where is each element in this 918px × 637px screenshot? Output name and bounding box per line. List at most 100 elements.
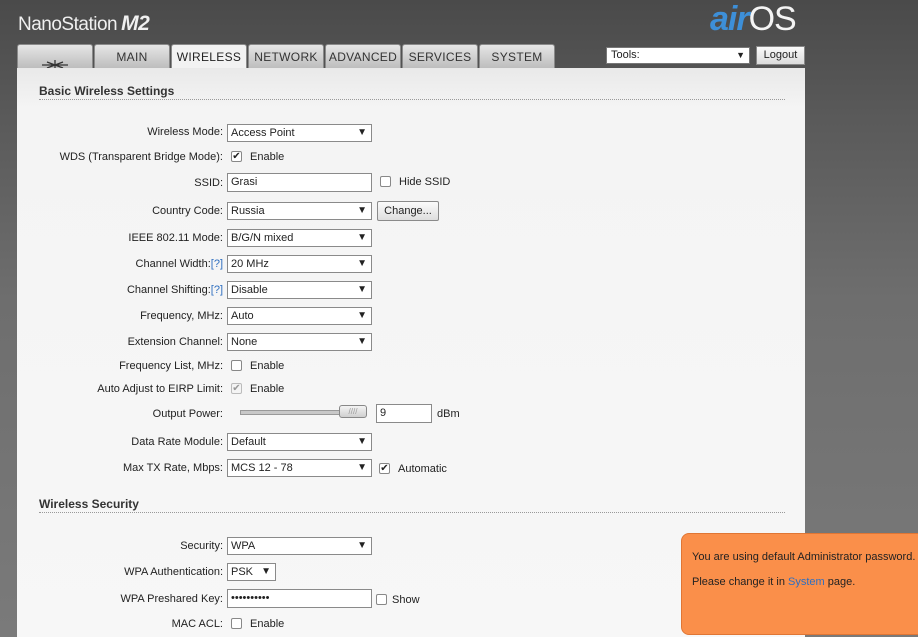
chevron-down-icon: ▼: [357, 336, 367, 347]
chevron-down-icon: ▼: [357, 205, 367, 216]
eirp-label: Auto Adjust to EIRP Limit:: [97, 383, 223, 395]
channel-shifting-label: Channel Shifting:[?]: [127, 284, 223, 296]
wds-label: WDS (Transparent Bridge Mode):: [59, 151, 223, 163]
system-page-link[interactable]: System: [788, 576, 825, 588]
tools-value: Tools:: [611, 49, 640, 61]
chevron-down-icon: ▼: [357, 462, 367, 473]
automatic-label: Automatic: [398, 463, 447, 475]
chevron-down-icon: ▼: [357, 436, 367, 447]
output-power-slider-handle[interactable]: ////: [339, 405, 367, 418]
country-code-value: Russia: [231, 205, 265, 217]
chevron-down-icon: ▼: [736, 50, 745, 60]
ssid-label: SSID:: [194, 177, 223, 189]
notice-text-end: page.: [824, 576, 856, 588]
tab-system[interactable]: SYSTEM: [479, 44, 555, 68]
wpa-preshared-key-label: WPA Preshared Key:: [120, 593, 223, 605]
tab-main[interactable]: MAIN: [94, 44, 170, 68]
output-power-label: Output Power:: [152, 408, 223, 420]
country-code-select[interactable]: Russia ▼: [227, 202, 372, 220]
output-power-slider-track[interactable]: [240, 410, 348, 415]
channel-width-label: Channel Width:[?]: [136, 258, 223, 270]
chevron-down-icon: ▼: [357, 127, 367, 138]
eirp-checkbox[interactable]: ✔: [231, 383, 242, 394]
frequency-select[interactable]: Auto ▼: [227, 307, 372, 325]
change-country-button[interactable]: Change...: [377, 201, 439, 221]
max-tx-rate-label: Max TX Rate, Mbps:: [122, 462, 223, 474]
data-rate-module-select[interactable]: Default ▼: [227, 433, 372, 451]
country-code-label: Country Code:: [152, 205, 223, 217]
extension-channel-select[interactable]: None ▼: [227, 333, 372, 351]
frequency-list-enable-label: Enable: [250, 360, 285, 372]
wireless-mode-label: Wireless Mode:: [147, 126, 223, 138]
tab-wireless[interactable]: WIRELESS: [171, 44, 247, 69]
wds-enable-label: Enable: [250, 151, 285, 163]
data-rate-module-value: Default: [231, 436, 266, 448]
output-power-input[interactable]: 9: [376, 404, 432, 423]
max-tx-rate-value: MCS 12 - 78: [231, 462, 293, 474]
channel-width-text: Channel Width:: [135, 258, 211, 270]
channel-width-select[interactable]: 20 MHz ▼: [227, 255, 372, 273]
frequency-list-checkbox[interactable]: [231, 360, 242, 371]
eirp-enable-label: Enable: [250, 383, 285, 395]
frequency-label: Frequency, MHz:: [140, 310, 223, 322]
tab-services[interactable]: SERVICES: [402, 44, 478, 68]
ssid-input[interactable]: Grasi: [227, 173, 372, 192]
airos-logo: airOS: [710, 0, 797, 39]
extension-channel-value: None: [231, 336, 258, 348]
notice-line-2: Please change it in System page.: [692, 576, 918, 588]
mac-acl-label: MAC ACL:: [171, 618, 223, 630]
wpa-authentication-value: PSK: [231, 566, 254, 578]
max-tx-rate-select[interactable]: MCS 12 - 78 ▼: [227, 459, 372, 477]
wireless-security-title: Wireless Security: [39, 497, 139, 511]
chevron-down-icon: ▼: [357, 540, 367, 551]
tab-network[interactable]: NETWORK: [248, 44, 324, 68]
frequency-value: Auto: [231, 310, 254, 322]
frequency-list-label: Frequency List, MHz:: [119, 360, 223, 372]
default-password-notice: You are using default Administrator pass…: [681, 533, 918, 635]
wds-checkbox[interactable]: ✔: [231, 151, 242, 162]
show-key-checkbox[interactable]: [376, 594, 387, 605]
logout-button[interactable]: Logout: [756, 46, 805, 65]
notice-line-1: You are using default Administrator pass…: [692, 551, 916, 563]
chevron-down-icon: ▼: [357, 310, 367, 321]
model-text: M2: [121, 12, 150, 35]
mac-acl-checkbox[interactable]: [231, 618, 242, 629]
wpa-authentication-label: WPA Authentication:: [124, 566, 223, 578]
channel-shifting-select[interactable]: Disable ▼: [227, 281, 372, 299]
brand-text: NanoStation: [18, 14, 118, 35]
channel-width-help-link[interactable]: [?]: [211, 258, 223, 270]
device-name: NanoStation M2: [18, 12, 150, 36]
output-power-unit: dBm: [437, 408, 460, 420]
chevron-down-icon: ▼: [261, 566, 271, 577]
tab-logo[interactable]: [17, 44, 93, 69]
ieee-mode-value: B/G/N mixed: [231, 232, 294, 244]
logo-os-text: OS: [748, 0, 797, 38]
ieee-mode-select[interactable]: B/G/N mixed ▼: [227, 229, 372, 247]
show-key-label: Show: [392, 594, 420, 606]
notice-text: Please change it in: [692, 576, 789, 588]
mac-acl-enable-label: Enable: [250, 618, 285, 630]
chevron-down-icon: ▼: [357, 284, 367, 295]
ieee-mode-label: IEEE 802.11 Mode:: [128, 232, 223, 244]
ubiquiti-logo-icon: [40, 53, 70, 69]
channel-shifting-text: Channel Shifting:: [126, 284, 211, 296]
tab-advanced[interactable]: ADVANCED: [325, 44, 401, 68]
security-value: WPA: [231, 540, 256, 552]
chevron-down-icon: ▼: [357, 258, 367, 269]
security-select[interactable]: WPA ▼: [227, 537, 372, 555]
wpa-preshared-key-input[interactable]: ••••••••••: [227, 589, 372, 608]
wireless-mode-value: Access Point: [231, 127, 295, 139]
automatic-checkbox[interactable]: ✔: [379, 463, 390, 474]
wireless-mode-select[interactable]: Access Point ▼: [227, 124, 372, 142]
channel-shifting-value: Disable: [231, 284, 268, 296]
security-label: Security:: [180, 540, 223, 552]
wpa-authentication-select[interactable]: PSK ▼: [227, 563, 276, 581]
hide-ssid-label: Hide SSID: [399, 176, 451, 188]
channel-shifting-help-link[interactable]: [?]: [211, 284, 223, 296]
hide-ssid-checkbox[interactable]: [380, 176, 391, 187]
section-divider: [39, 512, 785, 513]
channel-width-value: 20 MHz: [231, 258, 269, 270]
extension-channel-label: Extension Channel:: [127, 336, 223, 348]
section-divider: [39, 99, 785, 100]
tools-dropdown[interactable]: Tools: ▼: [606, 47, 750, 64]
